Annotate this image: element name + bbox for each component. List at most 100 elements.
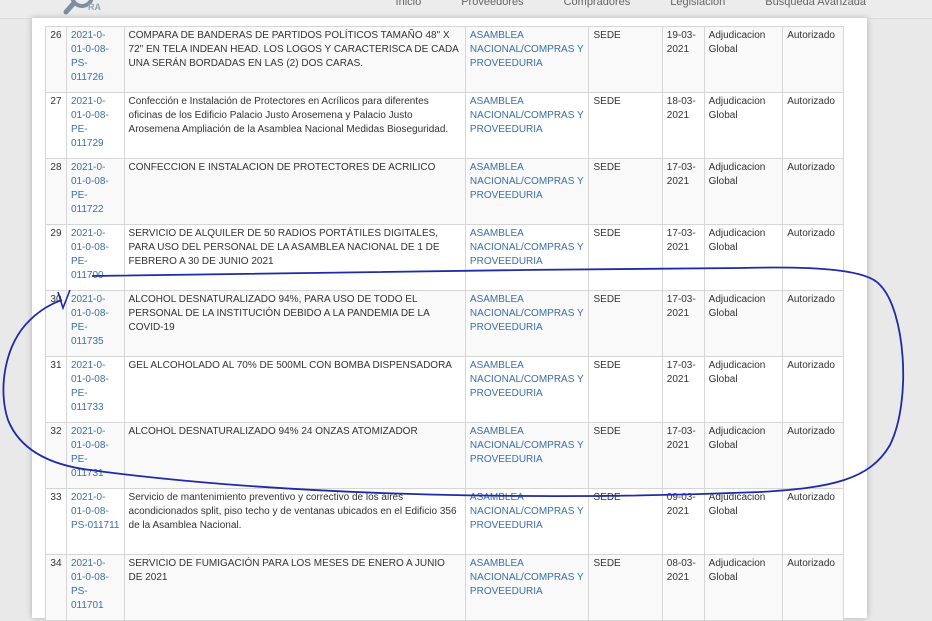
nav-busqueda-avanzada[interactable]: Búsqueda Avanzada [765, 0, 866, 8]
description-cell: SERVICIO DE FUMIGACIÓN PARA LOS MESES DE… [123, 554, 466, 621]
entity-link[interactable]: ASAMBLEA NACIONAL/COMPRAS Y PROVEEDURIA [464, 290, 590, 357]
process-code-link[interactable]: 2021-0-01-0-08-PS-011726 [65, 26, 125, 93]
award-type-cell: Adjudicacion Global [703, 488, 784, 555]
sede-cell: SEDE [588, 224, 663, 291]
award-type-cell: Adjudicacion Global [703, 422, 784, 489]
process-code-link[interactable]: 2021-0-01-0-08-PE-011733 [65, 356, 125, 423]
award-type-cell: Adjudicacion Global [703, 92, 784, 159]
date-cell: 17-03-2021 [661, 158, 705, 225]
row-number: 29 [45, 224, 67, 291]
description-cell: Servicio de mantenimiento preventivo y c… [123, 488, 466, 555]
top-navigation-bar: RA Inicio Proveedores Compradores Legisl… [0, 0, 932, 19]
entity-link[interactable]: ASAMBLEA NACIONAL/COMPRAS Y PROVEEDURIA [470, 294, 584, 333]
table-row: 29 2021-0-01-0-08-PE-011700 SERVICIO DE AL… [45, 224, 844, 291]
description-cell: CONFECCION E INSTALACION DE PROTECTORES … [123, 158, 466, 225]
row-number: 31 [45, 356, 67, 423]
status-cell: Autorizado [782, 356, 844, 423]
sede-cell: SEDE [588, 158, 663, 225]
entity-link[interactable]: ASAMBLEA NACIONAL/COMPRAS Y PROVEEDURIA [470, 228, 584, 267]
entity-link[interactable]: ASAMBLEA NACIONAL/COMPRAS Y PROVEEDURIA [464, 488, 590, 555]
process-code-link[interactable]: 2021-0-01-0-08-PE-011731 [71, 426, 109, 479]
process-code-link[interactable]: 2021-0-01-0-08-PS-011701 [71, 558, 109, 611]
award-type-cell: Adjudicacion Global [703, 224, 784, 291]
process-code-link[interactable]: 2021-0-01-0-08-PE-011735 [65, 290, 125, 357]
row-number: 32 [45, 422, 67, 489]
entity-link[interactable]: ASAMBLEA NACIONAL/COMPRAS Y PROVEEDURIA [464, 224, 590, 291]
nav-inicio[interactable]: Inicio [396, 0, 422, 8]
entity-link[interactable]: ASAMBLEA NACIONAL/COMPRAS Y PROVEEDURIA [470, 96, 584, 135]
entity-link[interactable]: ASAMBLEA NACIONAL/COMPRAS Y PROVEEDURIA [470, 30, 584, 69]
award-type-cell: Adjudicacion Global [703, 554, 784, 621]
logo-text: RA [88, 2, 101, 12]
table-row: 27 2021-0-01-0-08-PE-011729 Confección e I… [45, 92, 844, 159]
description-cell: ALCOHOL DESNATURALIZADO 94% 24 ONZAS ATO… [123, 422, 466, 489]
description-cell: ALCOHOL DESNATURALIZADO 94%, PARA USO DE… [123, 290, 466, 357]
status-cell: Autorizado [782, 26, 844, 93]
process-code-link[interactable]: 2021-0-01-0-08-PS-011711 [65, 488, 125, 555]
entity-link[interactable]: ASAMBLEA NACIONAL/COMPRAS Y PROVEEDURIA [464, 26, 590, 93]
award-type-cell: Adjudicacion Global [703, 356, 784, 423]
status-cell: Autorizado [782, 224, 844, 291]
row-number: 34 [45, 554, 67, 621]
sede-cell: SEDE [588, 488, 663, 555]
date-cell: 17-03-2021 [661, 356, 705, 423]
status-cell: Autorizado [782, 92, 844, 159]
process-code-link[interactable]: 2021-0-01-0-08-PE-011735 [71, 294, 109, 347]
description-cell: Confección e Instalación de Protectores … [123, 92, 466, 159]
table-row: 31 2021-0-01-0-08-PE-011733 GEL ALCOHOLADO… [45, 356, 844, 423]
process-code-link[interactable]: 2021-0-01-0-08-PE-011700 [65, 224, 125, 291]
process-code-link[interactable]: 2021-0-01-0-08-PE-011722 [71, 162, 109, 215]
status-cell: Autorizado [782, 158, 844, 225]
main-nav: Inicio Proveedores Compradores Legislaci… [356, 0, 866, 8]
description-cell: GEL ALCOHOLADO AL 70% DE 500ML CON BOMBA… [123, 356, 466, 423]
status-cell: Autorizado [782, 422, 844, 489]
table-row: 28 2021-0-01-0-08-PE-011722 CONFECCION E I… [45, 158, 844, 225]
process-code-link[interactable]: 2021-0-01-0-08-PS-011726 [71, 30, 109, 83]
process-code-link[interactable]: 2021-0-01-0-08-PE-011700 [71, 228, 109, 281]
award-type-cell: Adjudicacion Global [703, 290, 784, 357]
entity-link[interactable]: ASAMBLEA NACIONAL/COMPRAS Y PROVEEDURIA [470, 426, 584, 465]
row-number: 27 [45, 92, 67, 159]
entity-link[interactable]: ASAMBLEA NACIONAL/COMPRAS Y PROVEEDURIA [464, 554, 590, 621]
status-cell: Autorizado [782, 290, 844, 357]
entity-link[interactable]: ASAMBLEA NACIONAL/COMPRAS Y PROVEEDURIA [464, 422, 590, 489]
sede-cell: SEDE [588, 356, 663, 423]
nav-legislacion[interactable]: Legislación [670, 0, 725, 8]
date-cell: 17-03-2021 [661, 422, 705, 489]
process-code-link[interactable]: 2021-0-01-0-08-PE-011733 [71, 360, 109, 413]
entity-link[interactable]: ASAMBLEA NACIONAL/COMPRAS Y PROVEEDURIA [464, 158, 590, 225]
sede-cell: SEDE [588, 26, 663, 93]
row-number: 30 [45, 290, 67, 357]
description-cell: SERVICIO DE ALQUILER DE 50 RADIOS PORTÁT… [123, 224, 466, 291]
process-code-link[interactable]: 2021-0-01-0-08-PE-011722 [65, 158, 125, 225]
award-type-cell: Adjudicacion Global [703, 158, 784, 225]
table-row: 26 2021-0-01-0-08-PS-011726 COMPARA DE BAN… [45, 26, 844, 93]
process-code-link[interactable]: 2021-0-01-0-08-PE-011729 [71, 96, 109, 149]
status-cell: Autorizado [782, 488, 844, 555]
sede-cell: SEDE [588, 92, 663, 159]
date-cell: 08-03-2021 [661, 554, 705, 621]
entity-link[interactable]: ASAMBLEA NACIONAL/COMPRAS Y PROVEEDURIA [464, 92, 590, 159]
entity-link[interactable]: ASAMBLEA NACIONAL/COMPRAS Y PROVEEDURIA [470, 360, 584, 399]
sede-cell: SEDE [588, 422, 663, 489]
row-number: 26 [45, 26, 67, 93]
process-code-link[interactable]: 2021-0-01-0-08-PE-011729 [65, 92, 125, 159]
entity-link[interactable]: ASAMBLEA NACIONAL/COMPRAS Y PROVEEDURIA [470, 558, 584, 597]
nav-proveedores[interactable]: Proveedores [461, 0, 523, 8]
entity-link[interactable]: ASAMBLEA NACIONAL/COMPRAS Y PROVEEDURIA [470, 492, 584, 531]
process-code-link[interactable]: 2021-0-01-0-08-PS-011701 [65, 554, 125, 621]
entity-link[interactable]: ASAMBLEA NACIONAL/COMPRAS Y PROVEEDURIA [464, 356, 590, 423]
date-cell: 09-03-2021 [661, 488, 705, 555]
magnifier-icon [63, 0, 94, 15]
date-cell: 19-03-2021 [661, 26, 705, 93]
process-code-link[interactable]: 2021-0-01-0-08-PE-011731 [65, 422, 125, 489]
date-cell: 17-03-2021 [661, 224, 705, 291]
results-table: 26 2021-0-01-0-08-PS-011726 COMPARA DE BAN… [45, 26, 844, 621]
entity-link[interactable]: ASAMBLEA NACIONAL/COMPRAS Y PROVEEDURIA [470, 162, 584, 201]
award-type-cell: Adjudicacion Global [703, 26, 784, 93]
process-code-link[interactable]: 2021-0-01-0-08-PS-011711 [71, 492, 120, 531]
nav-compradores[interactable]: Compradores [564, 0, 631, 8]
row-number: 28 [45, 158, 67, 225]
table-row: 33 2021-0-01-0-08-PS-011711 Servicio de ma… [45, 488, 844, 555]
table-row: 34 2021-0-01-0-08-PS-011701 SERVICIO DE FU… [45, 554, 844, 621]
